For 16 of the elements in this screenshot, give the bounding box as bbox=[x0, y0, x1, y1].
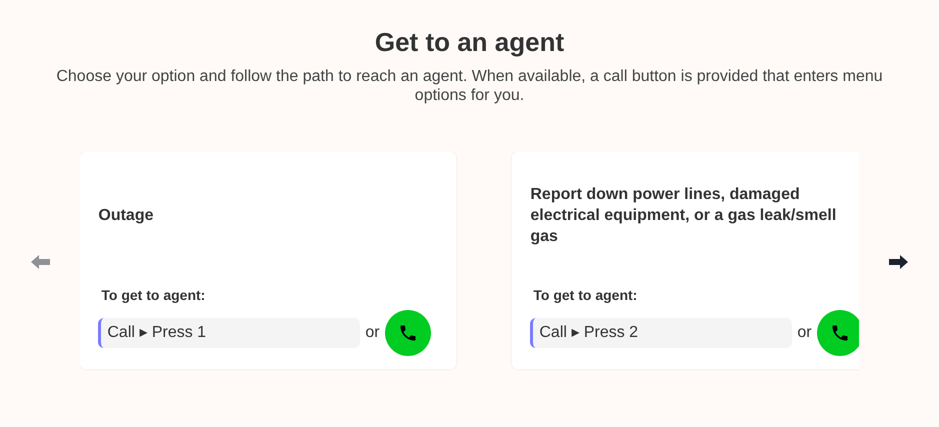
phone-icon bbox=[398, 323, 418, 343]
option-title: Report down power lines, damaged electrical equipment, or a gas leak/smell gas bbox=[530, 184, 838, 246]
phone-icon bbox=[830, 323, 850, 343]
left-arrow-icon bbox=[30, 255, 50, 269]
menu-path: Call ▸ Press 2 bbox=[530, 318, 792, 348]
option-title: Outage bbox=[98, 206, 154, 226]
or-text: or bbox=[365, 324, 380, 342]
path-label: To get to agent: bbox=[101, 286, 206, 304]
call-button[interactable] bbox=[384, 310, 431, 356]
page-heading: Get to an agent bbox=[374, 27, 564, 57]
or-text: or bbox=[797, 324, 812, 342]
path-label: To get to agent: bbox=[533, 286, 638, 304]
call-button[interactable] bbox=[816, 310, 859, 356]
right-arrow-icon bbox=[889, 255, 908, 269]
menu-path: Call ▸ Press 1 bbox=[98, 318, 360, 348]
intro-text: Choose your option and follow the path to reach an agent. When available, a call button is provided that enters menu options for you. bbox=[55, 67, 884, 105]
